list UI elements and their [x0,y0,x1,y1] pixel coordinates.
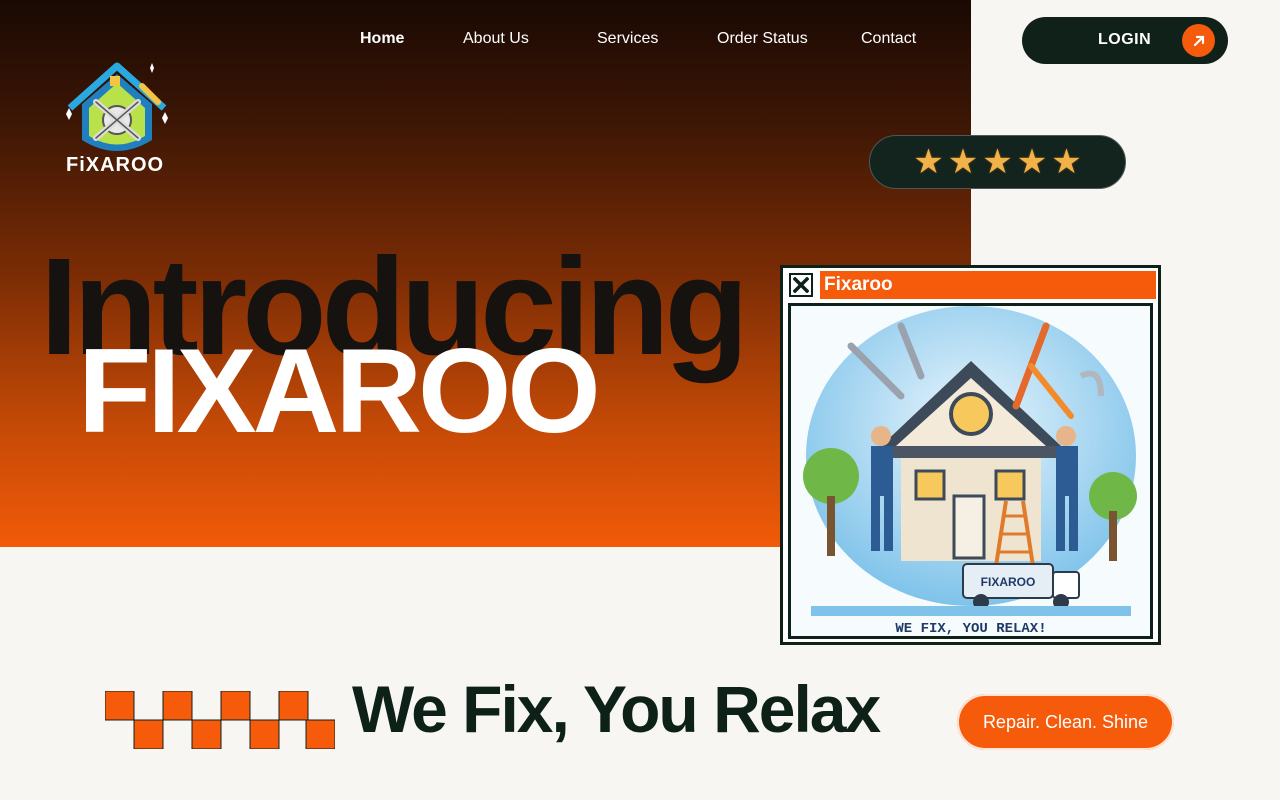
rating-badge: ★ ★ ★ ★ ★ [869,135,1126,189]
star-icon: ★ [1016,143,1048,181]
star-icon: ★ [913,143,944,181]
house-tools-logo-icon [66,62,168,151]
arrow-up-right-icon [1182,24,1215,57]
star-icon: ★ [947,143,979,181]
login-button[interactable]: LOGIN [1022,17,1228,64]
slogan-heading: We Fix, You Relax [352,672,881,746]
services-pill[interactable]: Repair. Clean. Shine [957,694,1174,750]
truck-label: FIXAROO [981,575,1036,589]
login-label: LOGIN [1098,31,1152,48]
nav-about-us[interactable]: About Us [463,30,529,48]
star-icon: ★ [1051,143,1082,181]
illustration-caption: WE FIX, YOU RELAX! [895,621,1046,636]
nav-order-status[interactable]: Order Status [717,30,808,48]
window-title: Fixaroo [820,271,1156,299]
handymen-illustration: FIXAROO WE FIX, YOU RELAX! [788,303,1153,639]
star-icon: ★ [982,143,1013,181]
hero-brand: FIXAROO [78,324,601,458]
close-icon[interactable] [789,273,813,297]
nav-services[interactable]: Services [597,30,658,48]
preview-window: Fixaroo FIXAROO WE FIX, YOU RELAX! [780,265,1161,645]
nav-contact[interactable]: Contact [861,30,916,48]
nav-home[interactable]: Home [360,30,404,48]
checker-pattern [105,691,335,749]
logo-text: FiXAROO [66,154,165,176]
